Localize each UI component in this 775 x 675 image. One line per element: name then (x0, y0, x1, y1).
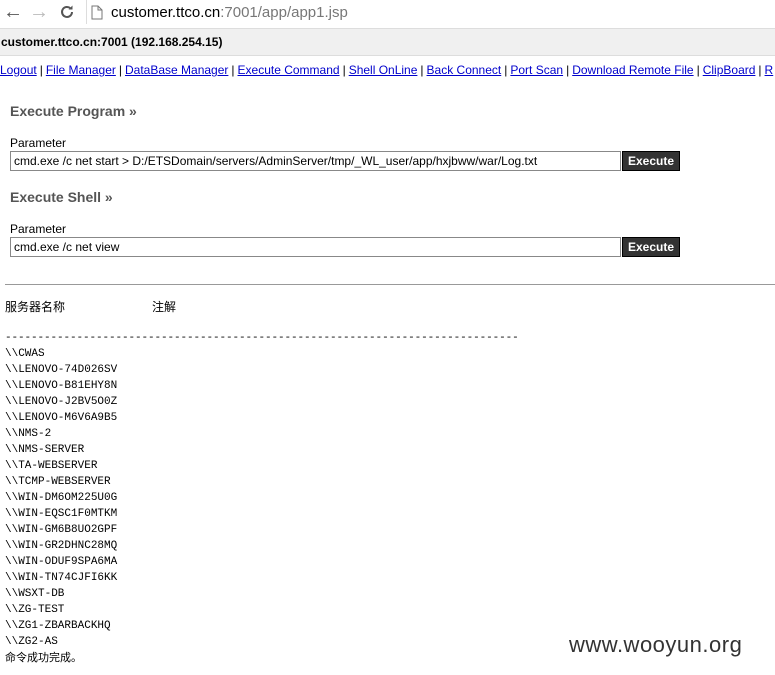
output-host-row: \\LENOVO-74D026SV (5, 364, 118, 376)
divider (5, 284, 775, 285)
url-path: :7001/app/app1.jsp (220, 3, 348, 21)
menu-separator: | (342, 63, 346, 77)
output-host-row: \\TA-WEBSERVER (5, 460, 98, 472)
output-host-row: \\WIN-EQSC1F0MTKM (5, 508, 118, 520)
menu-link-back-connect[interactable]: Back Connect (427, 63, 502, 77)
execute-program-input[interactable] (10, 151, 621, 171)
menu-link-logout[interactable]: Logout (0, 63, 37, 77)
execute-program-param-label: Parameter (10, 136, 67, 150)
output-host-row: \\CWAS (5, 348, 45, 360)
watermark: www.wooyun.org (569, 632, 743, 657)
menu-link-file-manager[interactable]: File Manager (46, 63, 116, 77)
menu-link-shell-online[interactable]: Shell OnLine (349, 63, 418, 77)
output-host-row: \\LENOVO-J2BV5O0Z (5, 396, 118, 408)
execute-program-button[interactable]: Execute (622, 151, 680, 171)
address-bar[interactable]: customer.ttco.cn:7001/app/app1.jsp (86, 0, 775, 24)
output-host-row: \\WIN-DM6OM225U0G (5, 492, 118, 504)
output-host-row: \\TCMP-WEBSERVER (5, 476, 111, 488)
menu-separator: | (39, 63, 43, 77)
menu-link-execute-command[interactable]: Execute Command (238, 63, 340, 77)
execute-shell-param-label: Parameter (10, 222, 67, 236)
host-info: customer.ttco.cn:7001 (192.168.254.15) (0, 28, 775, 56)
output-separator: ----------------------------------------… (5, 332, 519, 344)
output-footer: 命令成功完成。 (5, 651, 82, 664)
column-note: 注解 (152, 300, 177, 314)
command-output: ----------------------------------------… (5, 330, 519, 666)
url-host: customer.ttco.cn (111, 3, 221, 21)
browser-toolbar: ← → customer.ttco.cn:7001/app/app1.jsp (0, 0, 775, 24)
menu-separator: | (566, 63, 570, 77)
output-host-row: \\NMS-2 (5, 428, 52, 440)
menu-link-database-manager[interactable]: DataBase Manager (125, 63, 228, 77)
output-host-row: \\NMS-SERVER (5, 444, 85, 456)
column-server-name: 服务器名称 (5, 300, 66, 314)
output-header: 服务器名称 注解 (5, 298, 176, 315)
menu-link-port-scan[interactable]: Port Scan (510, 63, 563, 77)
menu-separator: | (758, 63, 762, 77)
menu-link-r[interactable]: R (765, 63, 774, 77)
menu-separator: | (504, 63, 508, 77)
forward-arrow-icon[interactable]: → (28, 1, 50, 23)
output-host-row: \\WIN-GM6B8UO2GPF (5, 524, 118, 536)
menu-link-clipboard[interactable]: ClipBoard (703, 63, 756, 77)
output-host-row: \\WSXT-DB (5, 588, 65, 600)
menu-separator: | (118, 63, 122, 77)
execute-program-title: Execute Program » (10, 103, 137, 119)
menu-separator: | (696, 63, 700, 77)
menu-separator: | (420, 63, 424, 77)
execute-shell-title: Execute Shell » (10, 189, 113, 205)
output-host-row: \\ZG1-ZBARBACKHQ (5, 620, 111, 632)
output-host-row: \\ZG-TEST (5, 604, 65, 616)
output-host-row: \\WIN-TN74CJFI6KK (5, 572, 118, 584)
output-host-row: \\LENOVO-M6V6A9B5 (5, 412, 118, 424)
output-host-row: \\WIN-ODUF9SPA6MA (5, 556, 118, 568)
menu-separator: | (231, 63, 235, 77)
page-icon (91, 5, 103, 19)
output-host-row: \\WIN-GR2DHNC28MQ (5, 540, 118, 552)
execute-shell-button[interactable]: Execute (622, 237, 680, 257)
output-host-row: \\LENOVO-B81EHY8N (5, 380, 118, 392)
execute-shell-input[interactable] (10, 237, 621, 257)
output-host-row: \\ZG2-AS (5, 636, 58, 648)
back-arrow-icon[interactable]: ← (2, 1, 24, 23)
reload-icon[interactable] (56, 1, 78, 23)
menu-link-download-remote-file[interactable]: Download Remote File (572, 63, 693, 77)
menu-bar: Logout | File Manager | DataBase Manager | Exe… (0, 60, 775, 80)
